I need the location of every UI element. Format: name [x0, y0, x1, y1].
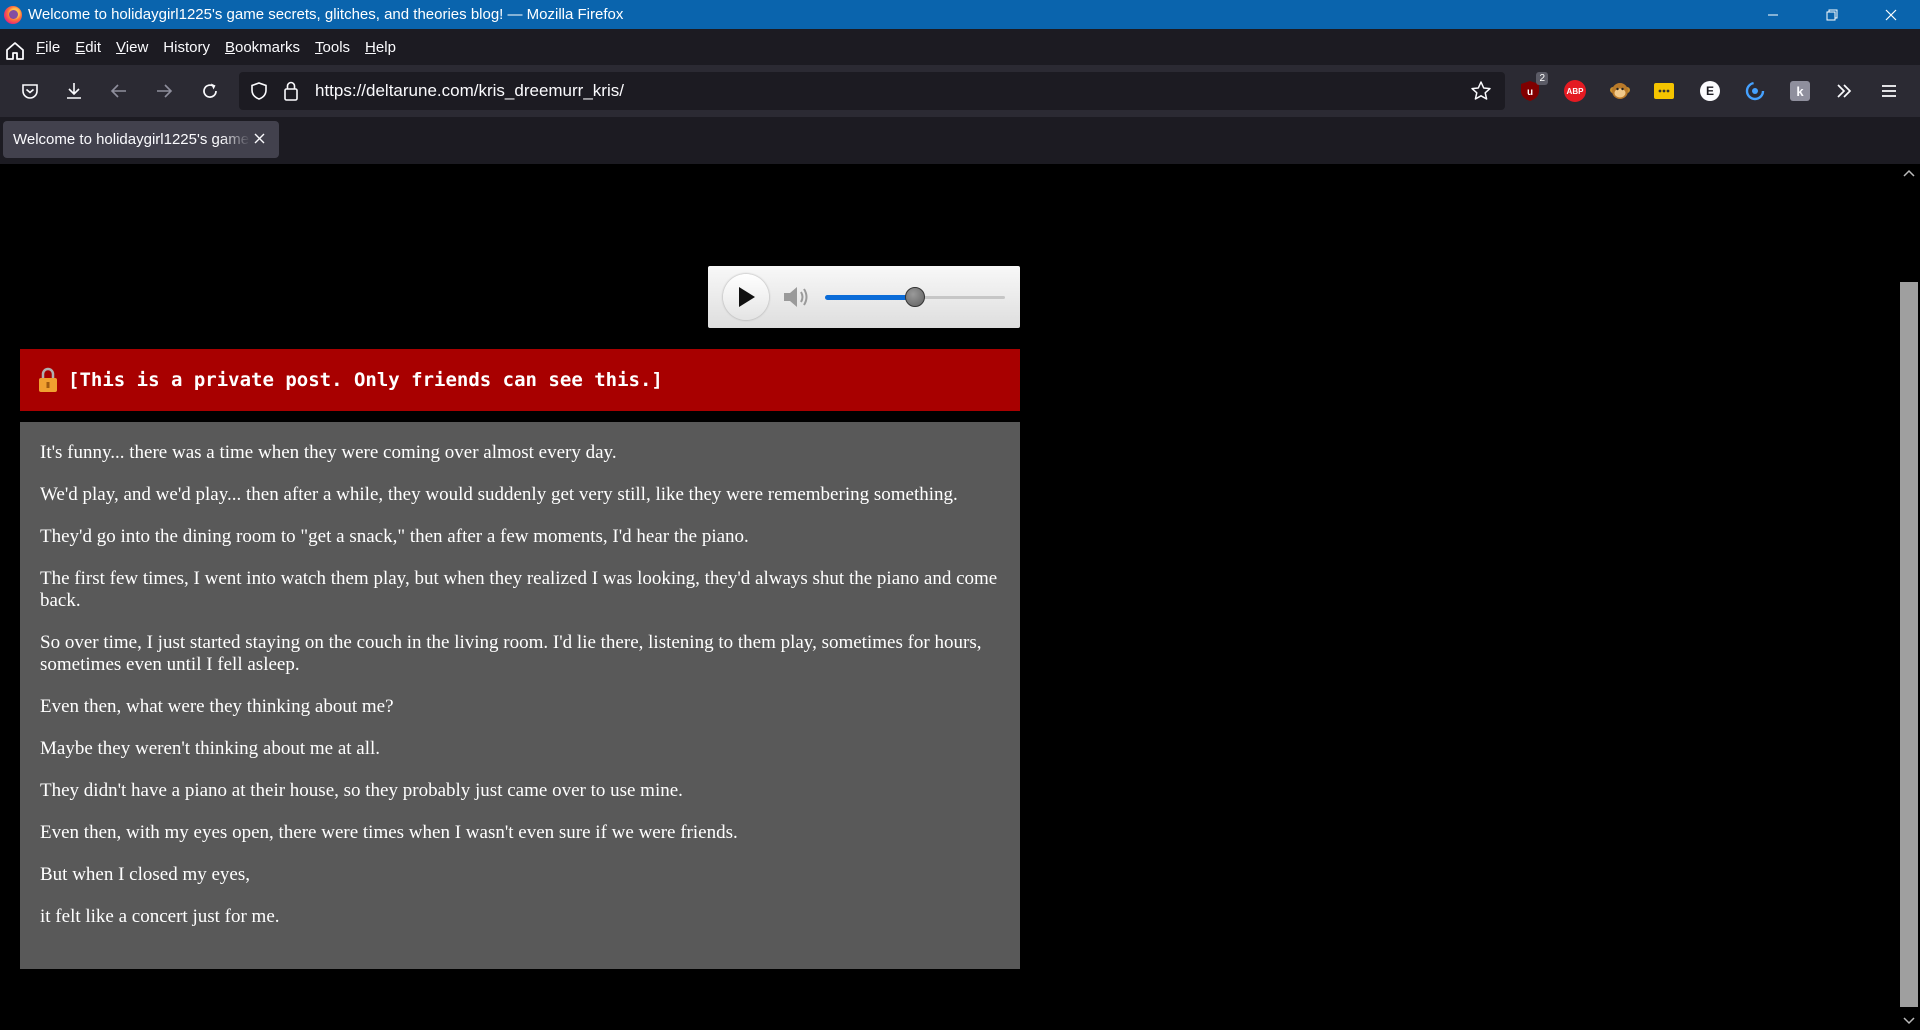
k-square-icon: k [1790, 81, 1810, 101]
bookmark-star-icon[interactable] [1470, 80, 1492, 102]
volume-icon[interactable] [782, 285, 812, 309]
pocket-icon [22, 84, 38, 99]
volume-fill [825, 295, 915, 300]
scroll-down-arrow[interactable] [1898, 1012, 1920, 1030]
chevron-down-icon [1903, 1017, 1915, 1025]
tab-active[interactable]: Welcome to holidaygirl1225's game secret… [3, 121, 279, 158]
ublock-origin-extension[interactable]: u 2 [1517, 72, 1548, 104]
e-label: E [1705, 84, 1714, 98]
more-tools-button[interactable] [1831, 78, 1857, 104]
password-manager-extension[interactable] [1651, 78, 1677, 104]
tab-strip: Welcome to holidaygirl1225's game secret… [0, 117, 1920, 164]
chevron-up-icon [1903, 169, 1915, 177]
chevron-double-right-icon [1837, 84, 1852, 98]
adblock-plus-icon: ABP [1564, 80, 1586, 102]
post-paragraph: Even then, what were they thinking about… [40, 696, 394, 717]
play-button[interactable] [723, 274, 769, 320]
close-icon [254, 133, 264, 144]
post-paragraph: But when I closed my eyes, [40, 864, 251, 885]
k-extension[interactable]: k [1787, 78, 1813, 104]
abp-label: ABP [1566, 86, 1584, 96]
menu-history[interactable]: History [163, 39, 210, 56]
hamburger-menu-icon [1882, 85, 1896, 97]
e-extension[interactable]: E [1697, 78, 1723, 104]
restore-button[interactable] [1802, 0, 1861, 29]
private-post-notice: [This is a private post. Only friends ca… [68, 369, 663, 391]
page-content: [This is a private post. Only friends ca… [0, 164, 1898, 1030]
forward-button[interactable] [152, 79, 176, 103]
e-circle-icon: E [1700, 81, 1720, 101]
ublock-badge: 2 [1536, 72, 1548, 85]
reload-icon [203, 83, 217, 98]
audio-player [708, 266, 1020, 328]
tab-title[interactable]: Welcome to holidaygirl1225's game secret… [13, 131, 250, 148]
post-paragraph: They didn't have a piano at their house,… [40, 780, 683, 801]
minimize-button[interactable] [1743, 0, 1802, 29]
post-paragraph: It's funny... there was a time when they… [40, 442, 617, 463]
menu-help[interactable]: Help [365, 39, 396, 56]
post-paragraph: it felt like a concert just for me. [40, 906, 280, 927]
svg-text:u: u [1527, 87, 1533, 98]
post-paragraph: We'd play, and we'd play... then after a… [40, 484, 958, 505]
back-arrow-icon [110, 84, 126, 98]
post-paragraph: Even then, with my eyes open, there were… [40, 822, 738, 843]
play-icon [739, 287, 755, 307]
sync-extension[interactable] [1742, 78, 1768, 104]
downloads-button[interactable] [62, 79, 86, 103]
k-label: k [1796, 83, 1804, 99]
window-title: Welcome to holidaygirl1225's game secret… [28, 6, 624, 23]
home-icon[interactable] [4, 40, 26, 62]
minimize-icon [1767, 14, 1778, 15]
menu-view[interactable]: View [116, 39, 148, 56]
private-post-banner: [This is a private post. Only friends ca… [20, 349, 1020, 411]
monkey-face-icon [1610, 83, 1630, 99]
tracking-protection-shield-icon[interactable] [249, 81, 269, 101]
adblock-plus-extension[interactable]: ABP [1562, 78, 1588, 104]
menu-tools[interactable]: Tools [315, 39, 350, 56]
reload-button[interactable] [198, 79, 222, 103]
post-body: It's funny... there was a time when they… [20, 422, 1020, 969]
blue-circle-icon [1745, 81, 1765, 101]
pocket-button[interactable] [18, 79, 42, 103]
close-window-button[interactable] [1861, 0, 1920, 29]
scroll-up-arrow[interactable] [1898, 164, 1920, 182]
url-bar[interactable]: https://deltarune.com/kris_dreemurr_kris… [239, 72, 1505, 110]
title-bar: Welcome to holidaygirl1225's game secret… [0, 0, 1920, 29]
close-icon [1885, 9, 1896, 20]
volume-thumb[interactable] [905, 287, 925, 307]
restore-icon [1826, 9, 1837, 20]
tampermonkey-extension[interactable] [1607, 78, 1633, 104]
url-text[interactable]: https://deltarune.com/kris_dreemurr_kris… [315, 81, 624, 101]
tab-close-button[interactable] [250, 131, 268, 148]
scrollbar-thumb[interactable] [1900, 282, 1918, 1007]
post-paragraph: The first few times, I went into watch t… [40, 568, 998, 611]
menu-bookmarks[interactable]: Bookmarks [225, 39, 300, 56]
menu-bar: File Edit View History Bookmarks Tools H… [0, 29, 1920, 65]
forward-arrow-icon [157, 84, 173, 98]
lock-icon[interactable] [283, 80, 299, 102]
volume-slider[interactable] [825, 287, 1005, 307]
download-icon [67, 83, 81, 99]
menu-edit[interactable]: Edit [75, 39, 101, 56]
post-paragraph: They'd go into the dining room to "get a… [40, 526, 749, 547]
yellow-dots-icon [1654, 83, 1674, 99]
post-paragraph: Maybe they weren't thinking about me at … [40, 738, 381, 759]
window-controls [1743, 0, 1920, 29]
menu-file[interactable]: File [36, 39, 60, 56]
navigation-toolbar: https://deltarune.com/kris_dreemurr_kris… [0, 65, 1920, 117]
post-paragraph: So over time, I just started staying on … [40, 632, 982, 675]
page-scrollbar[interactable] [1898, 164, 1920, 1030]
padlock-icon [39, 367, 57, 392]
app-menu-button[interactable] [1876, 78, 1902, 104]
back-button[interactable] [107, 79, 131, 103]
firefox-logo-icon [4, 5, 22, 24]
